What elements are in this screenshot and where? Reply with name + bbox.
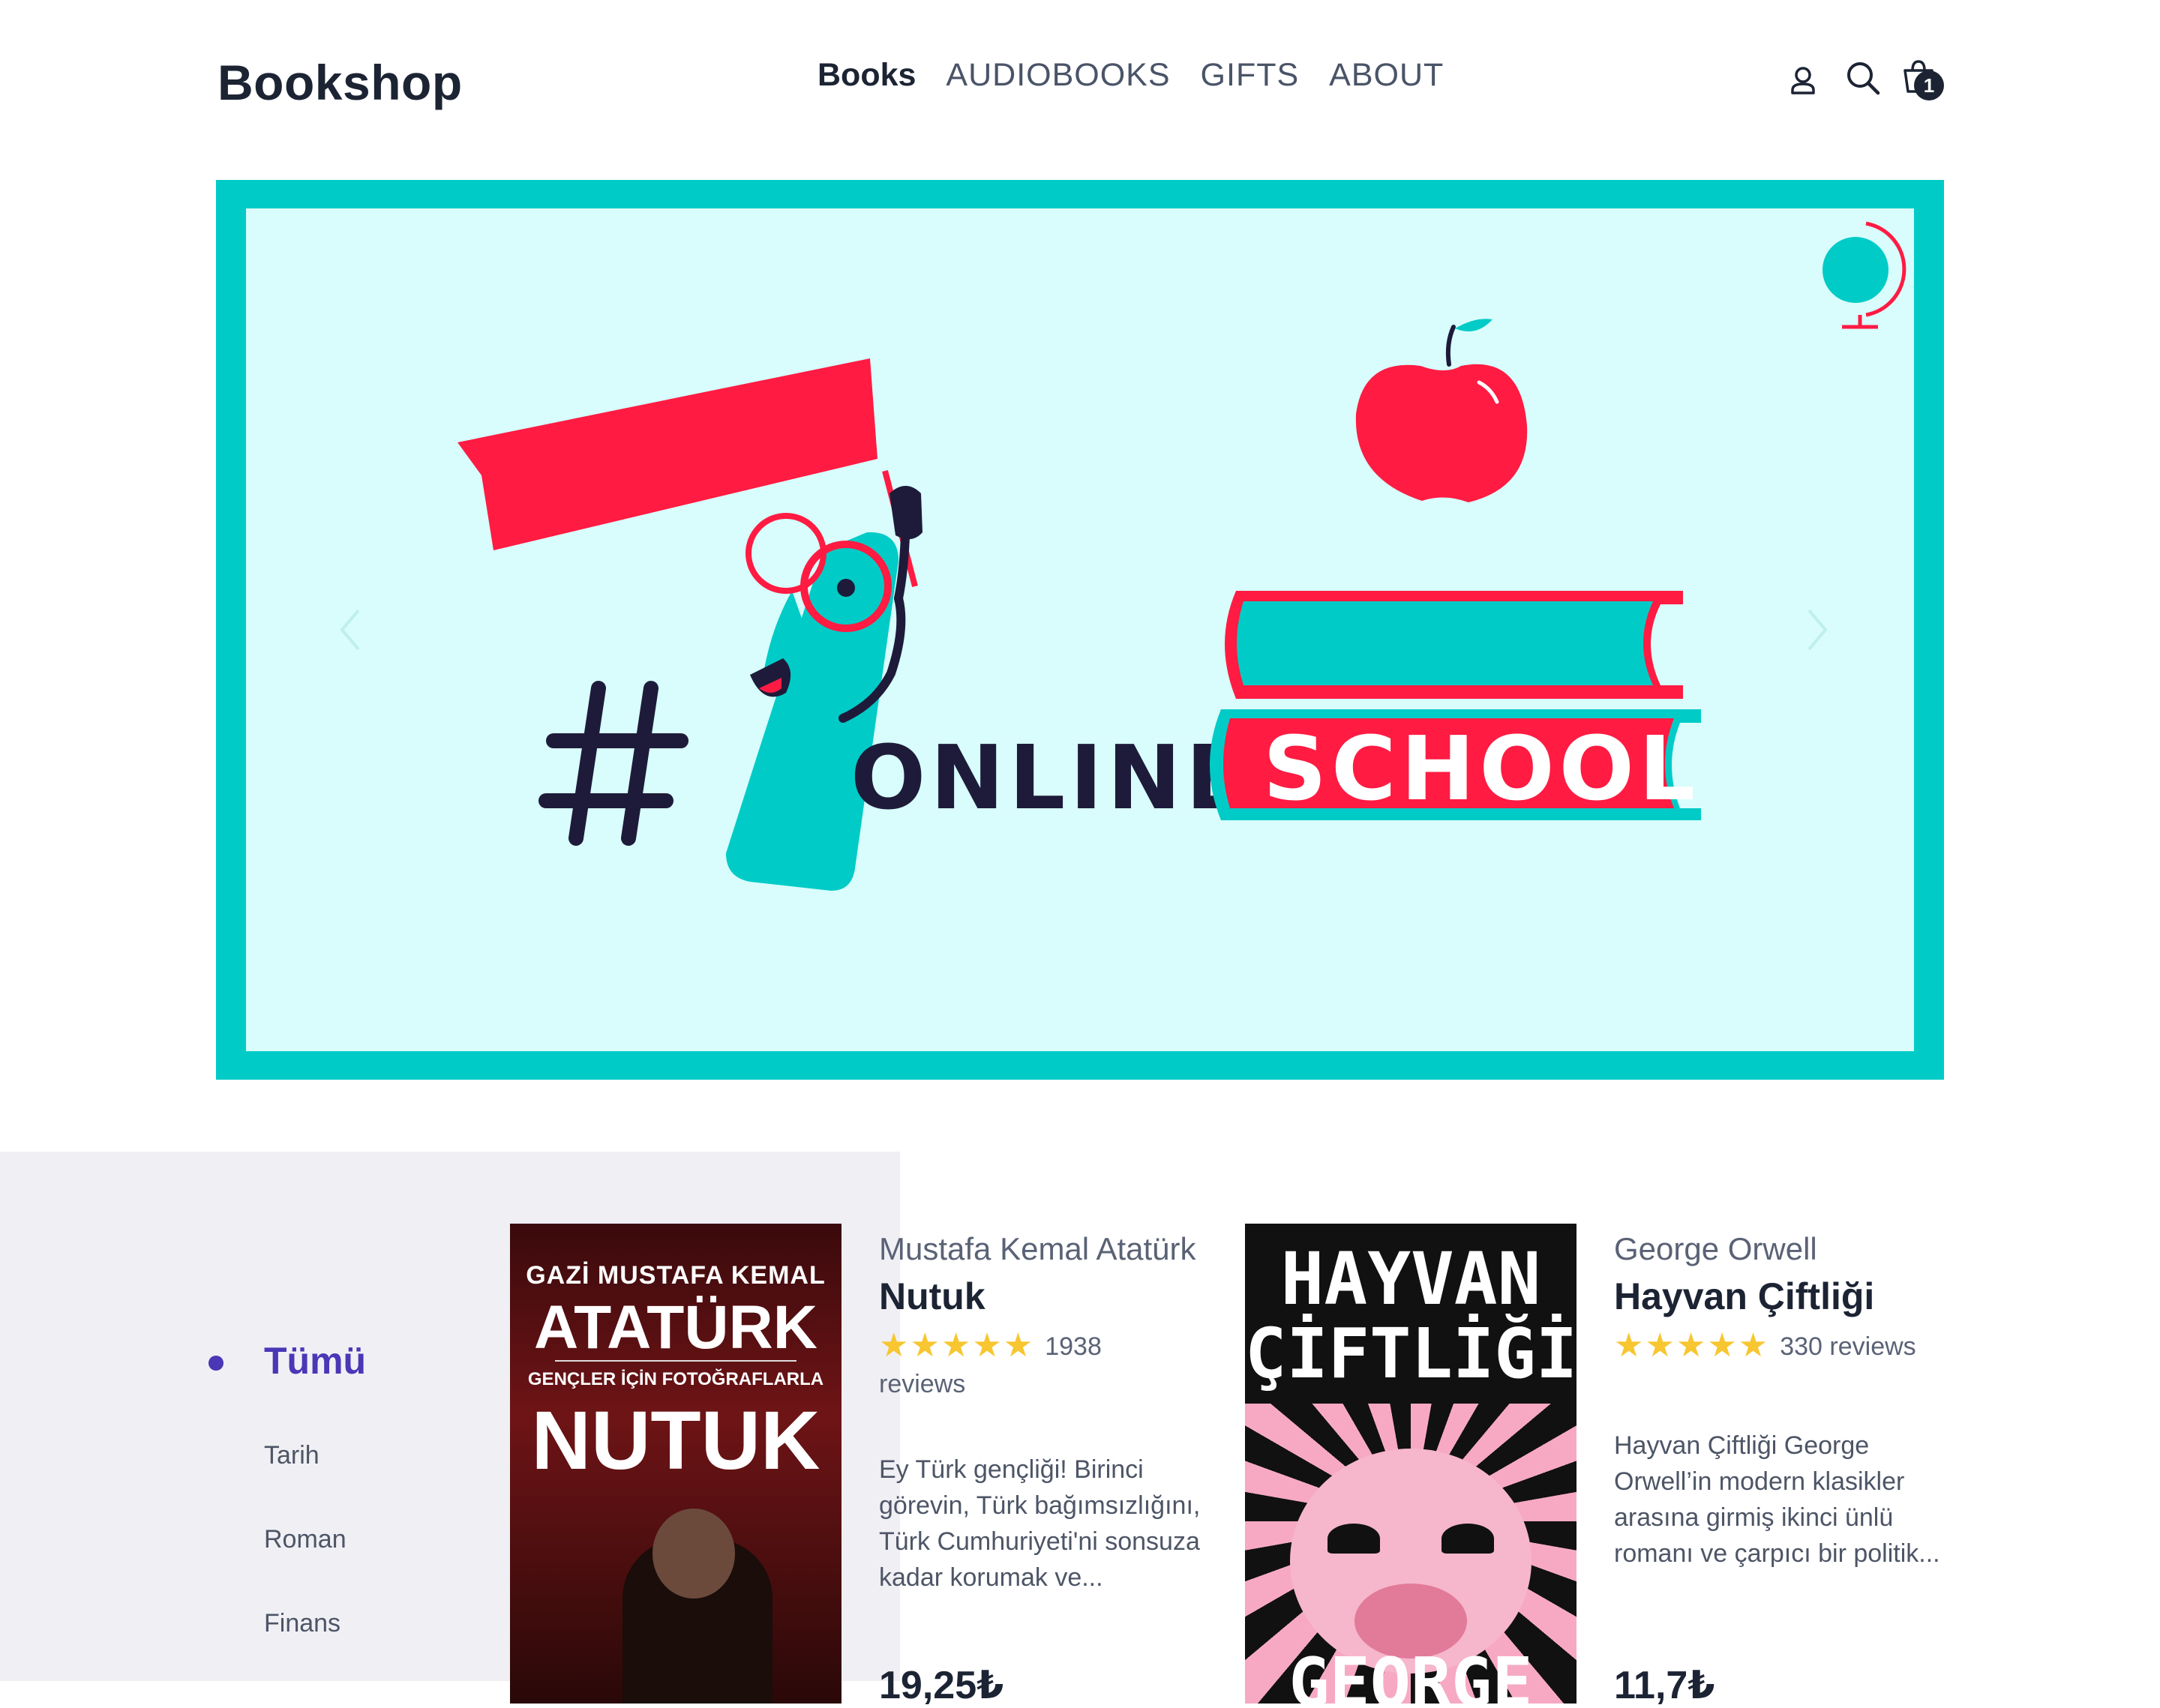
cover-line: GEORGE (1288, 1644, 1533, 1704)
active-category-dot (208, 1356, 224, 1371)
books-illustration: SCHOOL (1210, 591, 1701, 820)
book-author: Mustafa Kemal Atatürk (879, 1231, 1196, 1266)
book-cover-hayvan-ciftligi[interactable]: HAYVAN ÇİFTLİĞİ GEORGE (1245, 1224, 1576, 1704)
category-roman[interactable]: Roman (264, 1525, 346, 1554)
cover-divider (555, 1360, 796, 1362)
nav-audiobooks[interactable]: AUDIOBOOKS (946, 57, 1170, 94)
hash-sign (538, 681, 688, 846)
cover-pig-eye (1328, 1524, 1380, 1554)
reviews-label: reviews (1829, 1332, 1916, 1361)
rating-stars: ★★★★★ (879, 1327, 1035, 1364)
carousel-next-arrow[interactable] (1806, 607, 1828, 656)
category-tarih[interactable]: Tarih (264, 1441, 320, 1470)
cover-line: ATATÜRK (533, 1293, 818, 1362)
hero-banner[interactable]: ONLINE SCHOOL (216, 180, 1944, 1080)
book-title[interactable]: Hayvan Çiftliği (1614, 1275, 1874, 1318)
cover-pig-eye (1442, 1524, 1494, 1554)
user-icon[interactable] (1782, 60, 1824, 102)
book-author: George Orwell (1614, 1231, 1817, 1266)
book-price: 19,25₺ (879, 1664, 1004, 1707)
reviews-label: reviews (879, 1370, 966, 1398)
category-finans[interactable]: Finans (264, 1609, 340, 1638)
book-description: Hayvan Çiftliği George Orwell’in modern … (1614, 1431, 1940, 1568)
reviews-count: 330 (1780, 1332, 1822, 1361)
reviews-count: 1938 (1045, 1332, 1102, 1361)
cover-line: HAYVAN (1280, 1237, 1541, 1321)
nav-gifts[interactable]: GIFTS (1201, 57, 1300, 94)
book-price: 11,7₺ (1614, 1664, 1715, 1707)
rating-stars: ★★★★★ (1614, 1327, 1770, 1364)
hero-text-online: ONLINE (850, 726, 1251, 829)
cart-count-badge: 1 (1914, 70, 1944, 100)
hero-illustration: ONLINE SCHOOL (458, 221, 1906, 891)
cover-line: NUTUK (531, 1395, 820, 1487)
nav-about[interactable]: ABOUT (1329, 57, 1444, 94)
category-tumu[interactable]: Tümü (264, 1339, 366, 1383)
book-title[interactable]: Nutuk (879, 1275, 986, 1318)
hero-inner: ONLINE SCHOOL (246, 208, 1914, 1051)
cover-line: ÇİFTLİĞİ (1245, 1314, 1576, 1394)
book-cover-nutuk[interactable]: GAZİ MUSTAFA KEMAL ATATÜRK GENÇLER İÇİN … (510, 1224, 842, 1704)
hero-text-school: SCHOOL (1263, 717, 1700, 820)
carousel-prev-arrow[interactable] (339, 607, 362, 656)
apple-illustration (1355, 319, 1528, 502)
site-logo[interactable]: Bookshop (218, 54, 463, 111)
globe-icon (1822, 221, 1906, 329)
main-nav: Books AUDIOBOOKS GIFTS ABOUT (818, 57, 1444, 94)
number-one-character (726, 496, 910, 891)
cover-line: GENÇLER İÇİN FOTOĞRAFLARLA (527, 1369, 824, 1389)
cover-line: GAZİ MUSTAFA KEMAL (526, 1261, 826, 1290)
book-description: Ey Türk gençliği! Birinci görevin, Türk … (879, 1455, 1201, 1592)
book-rating: ★★★★★ 330 reviews (1614, 1327, 1989, 1365)
book-rating: ★★★★★ 1938 reviews (879, 1327, 1102, 1403)
search-icon[interactable] (1842, 57, 1884, 99)
nav-books[interactable]: Books (818, 57, 916, 94)
cover-portrait-face (652, 1509, 735, 1599)
